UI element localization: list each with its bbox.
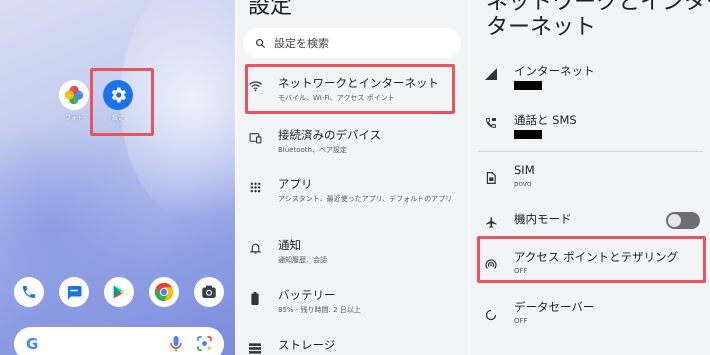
- network-highlight-box: [245, 64, 455, 114]
- apps-grid-icon: [248, 180, 262, 194]
- network-item-data-saver[interactable]: データセーバー OFF: [484, 300, 704, 326]
- camera-icon[interactable]: [194, 277, 224, 307]
- google-search-bar[interactable]: G: [14, 327, 224, 355]
- battery-icon: [248, 291, 262, 305]
- settings-item-storage[interactable]: ストレージ: [248, 338, 463, 355]
- redacted-value: [514, 130, 542, 139]
- app-photos[interactable]: フォト: [54, 80, 94, 122]
- google-g-icon: G: [26, 335, 39, 353]
- page-title-line2: ターネット: [486, 15, 597, 40]
- redacted-value: [514, 81, 542, 90]
- hotspot-highlight-box: [477, 236, 706, 283]
- settings-item-subtitle: Bluetooth、ペア設定: [278, 146, 347, 154]
- network-screen: ネットワークとインター ターネット インターネット 通話と SMS SIM po…: [470, 0, 710, 355]
- mic-icon[interactable]: [170, 336, 182, 355]
- screenshot-composite: フォト 設定 G 設定 設定を検索 ネットワークとインターネット モバイル、Wi…: [0, 0, 710, 355]
- messages-icon[interactable]: [59, 277, 89, 307]
- settings-item-subtitle: 通知履歴、会話: [278, 256, 327, 264]
- network-item-title: SIM: [514, 163, 535, 177]
- settings-item-title: 通知: [278, 238, 301, 252]
- airplane-icon: [484, 215, 498, 229]
- bell-icon: [248, 241, 262, 255]
- network-item-internet[interactable]: インターネット: [484, 64, 704, 90]
- settings-screen: 設定 設定を検索 ネットワークとインターネット モバイル、Wi-Fi、アクセス …: [236, 0, 469, 355]
- storage-icon: [248, 341, 262, 355]
- settings-item-notifications[interactable]: 通知 通知履歴、会話: [248, 238, 463, 265]
- search-placeholder: 設定を検索: [274, 37, 329, 50]
- data-saver-icon: [484, 308, 498, 322]
- settings-item-connected-devices[interactable]: 接続済みのデバイス Bluetooth、ペア設定: [248, 128, 463, 155]
- home-screen: フォト 設定 G: [0, 0, 235, 355]
- settings-item-subtitle: アシスタント、最近使ったアプリ、デフォルトのアプリ: [278, 195, 453, 203]
- play-store-icon[interactable]: [104, 277, 134, 307]
- settings-search-field[interactable]: 設定を検索: [243, 28, 461, 58]
- chrome-icon[interactable]: [149, 277, 179, 307]
- sim-icon: [484, 171, 498, 185]
- settings-item-battery[interactable]: バッテリー 85% - 残り時間: 2 日以上: [248, 288, 463, 315]
- phone-icon[interactable]: [14, 277, 44, 307]
- lens-icon[interactable]: [197, 336, 212, 355]
- settings-item-title: アプリ: [278, 177, 313, 191]
- settings-item-subtitle: 85% - 残り時間: 2 日以上: [278, 306, 361, 314]
- settings-highlight-box: [90, 68, 154, 136]
- dock: [14, 277, 224, 309]
- airplane-mode-toggle[interactable]: [666, 212, 700, 229]
- network-item-title: データセーバー: [514, 300, 595, 314]
- settings-item-title: ストレージ: [278, 338, 336, 352]
- network-item-title: 通話と SMS: [514, 113, 577, 127]
- signal-icon: [484, 67, 498, 81]
- network-item-sim[interactable]: SIM povo: [484, 163, 704, 189]
- network-item-title: 機内モード: [514, 212, 572, 226]
- settings-item-title: 接続済みのデバイス: [278, 128, 382, 142]
- call-sms-icon: [484, 116, 498, 130]
- network-item-subtitle: OFF: [514, 317, 528, 325]
- devices-icon: [248, 131, 262, 145]
- divider: [478, 151, 703, 152]
- app-label: フォト: [64, 115, 83, 122]
- settings-item-apps[interactable]: アプリ アシスタント、最近使ったアプリ、デフォルトのアプリ: [248, 177, 463, 204]
- network-item-calls-sms[interactable]: 通話と SMS: [484, 113, 704, 139]
- network-item-subtitle: povo: [514, 180, 532, 188]
- search-icon: [255, 34, 266, 53]
- settings-item-title: バッテリー: [278, 288, 336, 302]
- toggle-knob: [668, 214, 681, 227]
- network-item-title: インターネット: [514, 64, 595, 78]
- page-title: 設定: [248, 0, 293, 19]
- google-photos-icon: [59, 80, 89, 110]
